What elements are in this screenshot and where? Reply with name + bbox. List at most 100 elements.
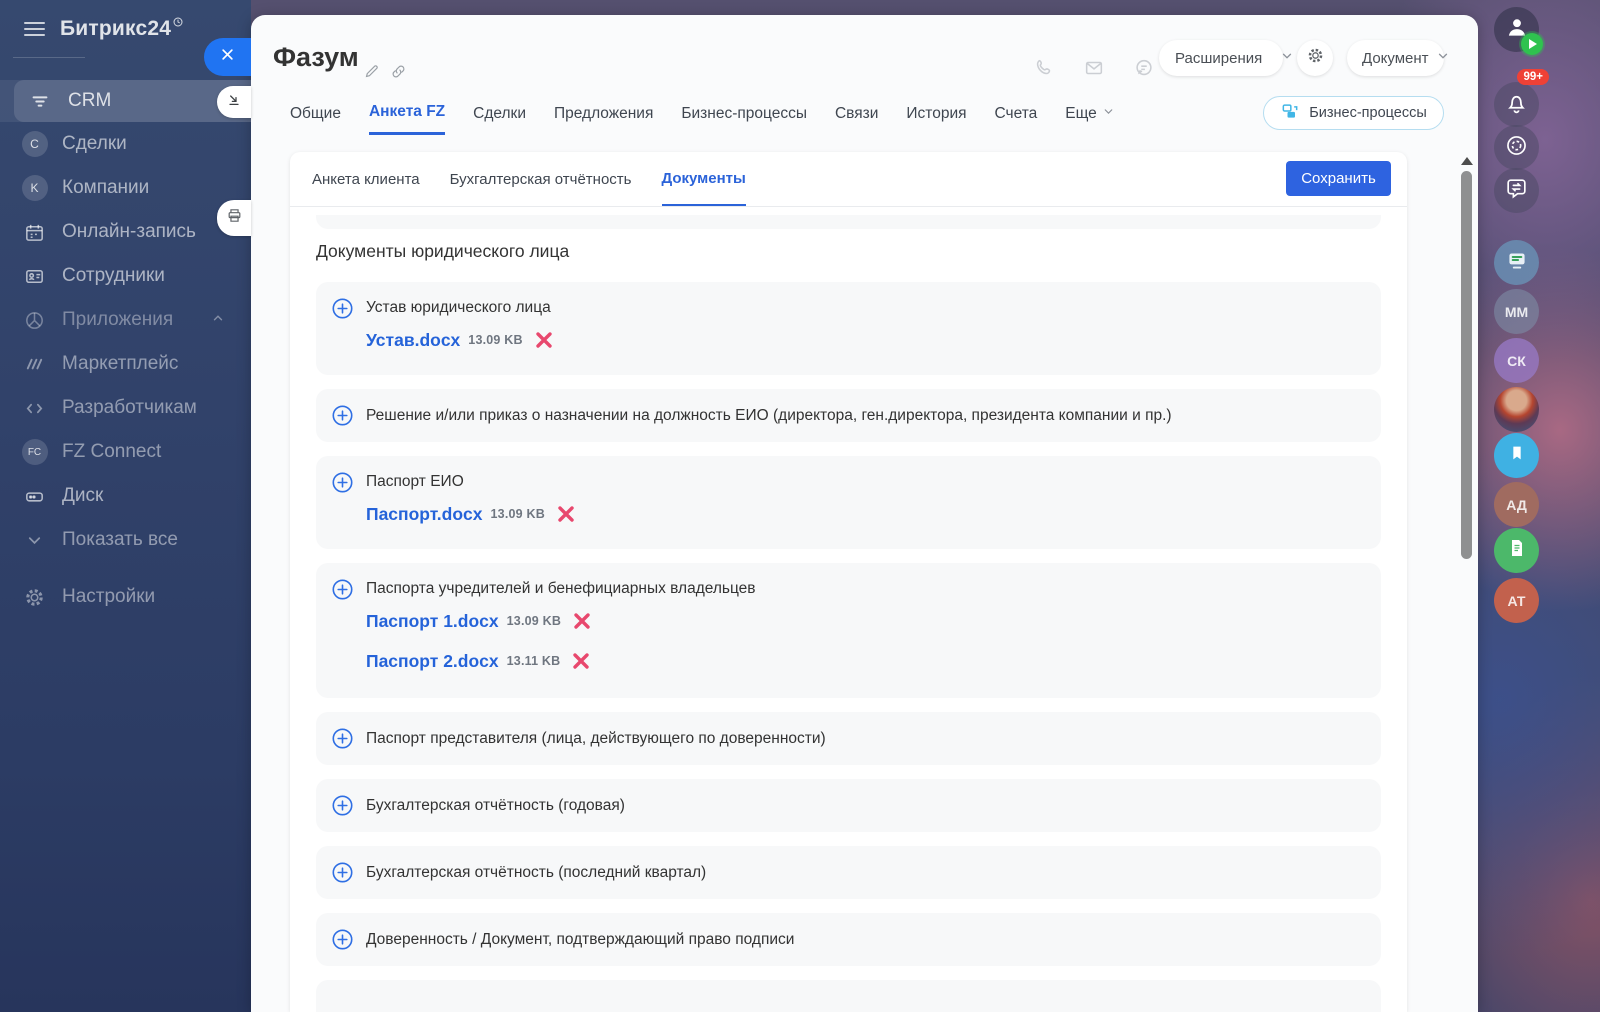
add-file-button[interactable] [332,795,353,816]
ring-icon [1504,133,1529,163]
tab-relations[interactable]: Связи [835,103,878,135]
gear-icon [1306,46,1325,70]
tab-general[interactable]: Общие [290,103,341,135]
business-processes-button[interactable]: Бизнес-процессы [1263,96,1444,130]
phone-icon[interactable] [1033,57,1055,84]
chat-avatar-ck[interactable]: СК [1494,338,1539,383]
copy-link-icon[interactable] [390,63,407,85]
sidebar-item-online-booking[interactable]: Онлайн-запись [0,210,251,254]
document-title: Доверенность / Документ, подтверждающий … [366,930,794,950]
tab-deals[interactable]: Сделки [473,103,526,135]
tab-quotes[interactable]: Предложения [554,103,653,135]
save-button[interactable]: Сохранить [1286,161,1391,196]
extensions-dropdown[interactable]: Расширения [1159,40,1283,76]
sidebar-item-marketplace[interactable]: Маркетплейс [0,342,251,386]
sidebar-item-label: CRM [68,90,111,112]
mail-icon[interactable] [1083,57,1105,84]
document-title: Бухгалтерская отчётность (годовая) [366,796,625,816]
delete-file-button[interactable] [572,652,590,670]
add-file-button[interactable] [332,298,353,319]
partial-row-below [316,980,1381,1012]
sidebar-item-employees[interactable]: Сотрудники [0,254,251,298]
sidebar-item-label: Компании [62,177,149,199]
sidebar-item-label: Онлайн-запись [62,221,196,243]
sidebar-item-crm[interactable]: CRM [14,80,251,122]
communication-icons [1033,57,1155,84]
chat-avatar-ad[interactable]: АД [1494,482,1539,527]
sidebar-item-label: Показать все [62,529,178,551]
file-link[interactable]: Паспорт 1.docx [366,611,499,632]
printer-icon [226,207,243,229]
add-file-button[interactable] [332,405,353,426]
delete-file-button[interactable] [535,331,553,349]
add-file-button[interactable] [332,929,353,950]
document-label: Документ [1362,50,1429,67]
add-file-button[interactable] [332,579,353,600]
file-link[interactable]: Устав.docx [366,330,460,351]
chevron-down-icon[interactable] [1436,49,1450,67]
news-channel-avatar[interactable] [1494,528,1539,573]
tab-anketa-fz[interactable]: Анкета FZ [369,103,445,135]
sidebar-item-companies[interactable]: K Компании [0,166,251,210]
tab-client-form[interactable]: Анкета клиента [312,152,420,206]
delete-file-button[interactable] [573,612,591,630]
bitrix24-logo[interactable]: Битрикс24 [60,17,183,41]
sidebar-item-developers[interactable]: Разработчикам [0,386,251,430]
sidebar-item-fz-connect[interactable]: FC FZ Connect [0,430,251,474]
status-play-badge[interactable] [1521,33,1543,55]
deals-badge-icon: C [21,131,48,158]
logo-text: Битрикс24 [60,17,171,40]
chat-avatar-mm[interactable]: MM [1494,289,1539,334]
tab-history[interactable]: История [906,103,966,135]
chat-avatar-at[interactable]: АТ [1494,578,1539,623]
settings-button[interactable] [1297,40,1333,76]
add-file-button[interactable] [332,728,353,749]
tab-more[interactable]: Еще [1065,103,1115,135]
sidebar-item-drive[interactable]: Диск [0,474,251,518]
sidebar-item-deals[interactable]: C Сделки [0,122,251,166]
delete-file-button[interactable] [557,505,575,523]
sidebar-item-settings[interactable]: Настройки [0,575,251,619]
file-size: 13.11 KB [507,654,561,668]
notifications-button[interactable]: 99+ [1494,82,1539,127]
card-tabs: Анкета клиента Бухгалтерская отчётность … [290,152,1407,207]
tab-accounting-reports[interactable]: Бухгалтерская отчётность [450,152,632,206]
document-cell: Паспорта учредителей и бенефициарных вла… [366,579,756,674]
partial-row-above [316,215,1381,229]
chat-avatar-photo[interactable] [1494,387,1539,432]
add-file-button[interactable] [332,862,353,883]
arrow-corner-icon [226,92,242,113]
user-avatar[interactable] [1494,7,1539,52]
document-title: Паспорт ЕИО [366,472,575,492]
sidebar-item-label: Приложения [62,309,173,331]
scroll-up-arrow[interactable] [1461,157,1473,165]
vertical-scrollbar[interactable] [1459,153,1474,1012]
notifications-count-badge: 99+ [1517,69,1549,85]
messenger-button[interactable] [1494,168,1539,213]
document-row: Доверенность / Документ, подтверждающий … [316,913,1381,966]
helpdesk-button[interactable] [1494,125,1539,170]
chat-bot-avatar[interactable] [1494,240,1539,285]
document-dropdown[interactable]: Документ [1347,40,1444,76]
extensions-label: Расширения [1175,50,1262,67]
scrollbar-thumb[interactable] [1461,171,1472,559]
close-slider-button[interactable] [204,38,251,76]
add-file-button[interactable] [332,472,353,493]
edit-title-icon[interactable] [363,63,380,85]
chat-icon[interactable] [1133,57,1155,84]
file-link[interactable]: Паспорт.docx [366,504,483,525]
print-button[interactable] [217,200,251,236]
menu-hamburger-icon[interactable] [24,22,45,36]
document-icon [1505,536,1529,565]
chevron-down-icon[interactable] [1280,49,1294,67]
sidebar-item-apps[interactable]: Приложения [0,298,251,342]
company-detail-window: Фазум Расширения Документ Общие Анкета F… [251,15,1478,1012]
chevron-up-icon[interactable] [211,309,225,331]
saved-messages-button[interactable] [1494,433,1539,478]
tab-business-processes[interactable]: Бизнес-процессы [681,103,807,135]
tab-documents[interactable]: Документы [662,152,746,206]
file-link[interactable]: Паспорт 2.docx [366,651,499,672]
sidebar-item-show-all[interactable]: Показать все [0,518,251,562]
tab-invoices[interactable]: Счета [995,103,1038,135]
collapse-slider-button[interactable] [217,86,251,118]
